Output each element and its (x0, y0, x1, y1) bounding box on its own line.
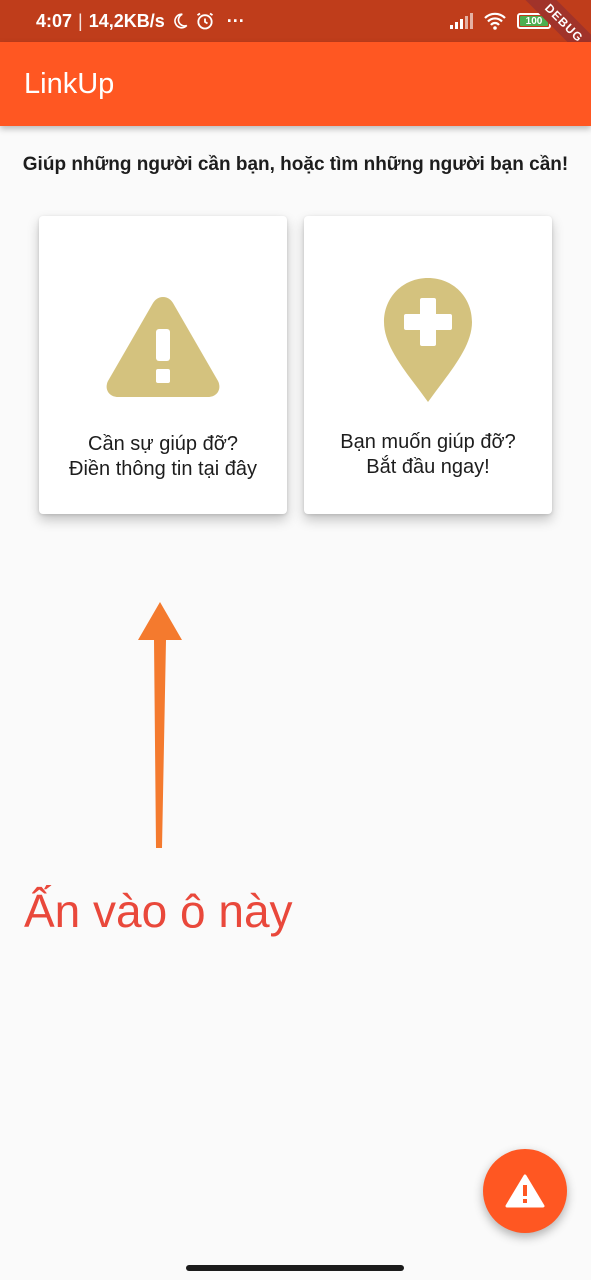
network-speed: 14,2KB/s (88, 10, 165, 31)
status-time: 4:07 (36, 10, 73, 31)
arrow-up-annotation (138, 602, 182, 848)
offer-help-card[interactable]: Bạn muốn giúp đỡ? Bắt đầu ngay! (304, 216, 552, 514)
warning-icon (99, 288, 227, 404)
emergency-fab[interactable] (483, 1149, 567, 1233)
moon-icon (173, 13, 188, 29)
gesture-nav-bar[interactable] (186, 1265, 404, 1271)
signal-icon (450, 13, 473, 29)
status-separator: | (78, 10, 83, 31)
more-notifications: ··· (226, 10, 245, 31)
location-add-icon (364, 276, 492, 404)
wifi-icon (484, 12, 506, 30)
offer-help-subtitle: Bắt đầu ngay! (366, 456, 490, 478)
need-help-card[interactable]: Cần sự giúp đỡ? Điền thông tin tại đây (39, 216, 287, 514)
app-bar: LinkUp (0, 42, 591, 126)
annotation-text: Ấn vào ô này (24, 885, 293, 937)
need-help-subtitle: Điền thông tin tại đây (69, 458, 257, 480)
page-subtitle: Giúp những người cần bạn, hoặc tìm những… (22, 154, 569, 175)
warning-icon (505, 1174, 545, 1208)
offer-help-title: Bạn muốn giúp đỡ? (340, 431, 516, 453)
app-title: LinkUp (24, 67, 115, 100)
alarm-icon (196, 12, 213, 30)
need-help-title: Cần sự giúp đỡ? (88, 433, 238, 455)
status-bar: 4:07 | 14,2KB/s ··· 100 DEBUG (0, 0, 591, 70)
